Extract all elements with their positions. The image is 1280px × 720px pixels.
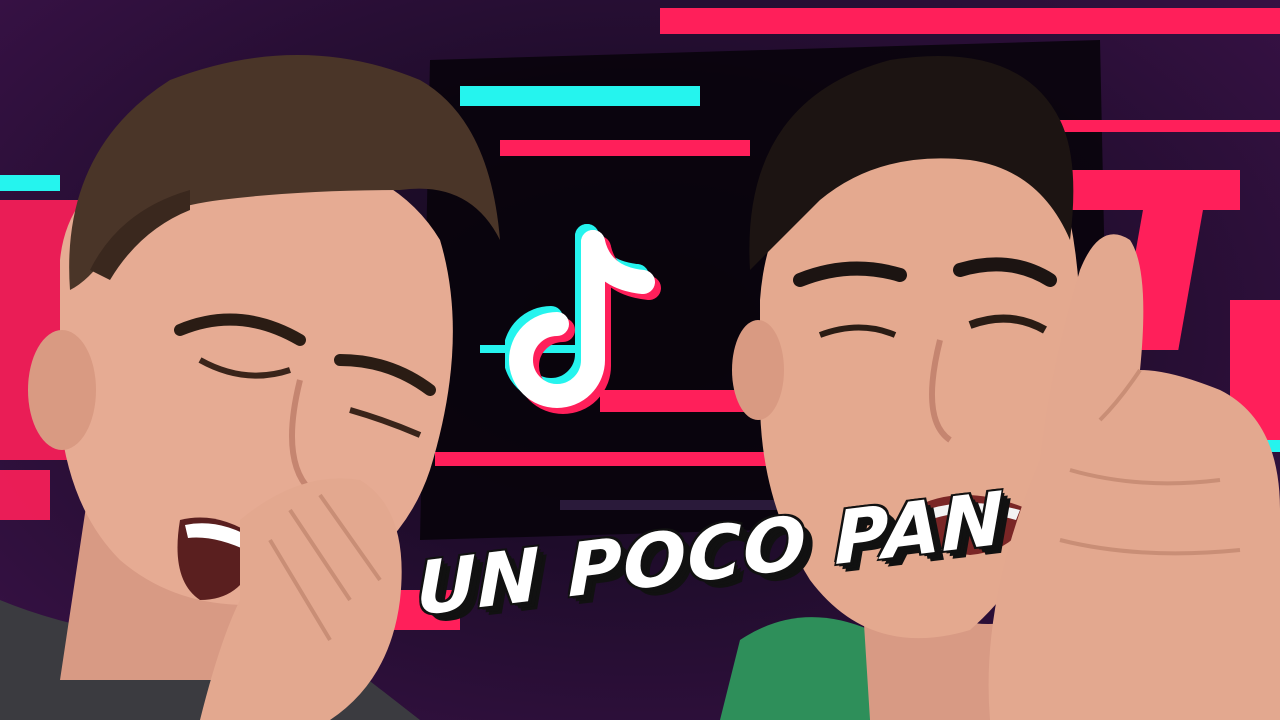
caption: UN POCO PAN: [400, 476, 1005, 675]
thumbnail: UN POCO PAN: [0, 0, 1280, 720]
tiktok-music-note-icon: [505, 224, 661, 414]
